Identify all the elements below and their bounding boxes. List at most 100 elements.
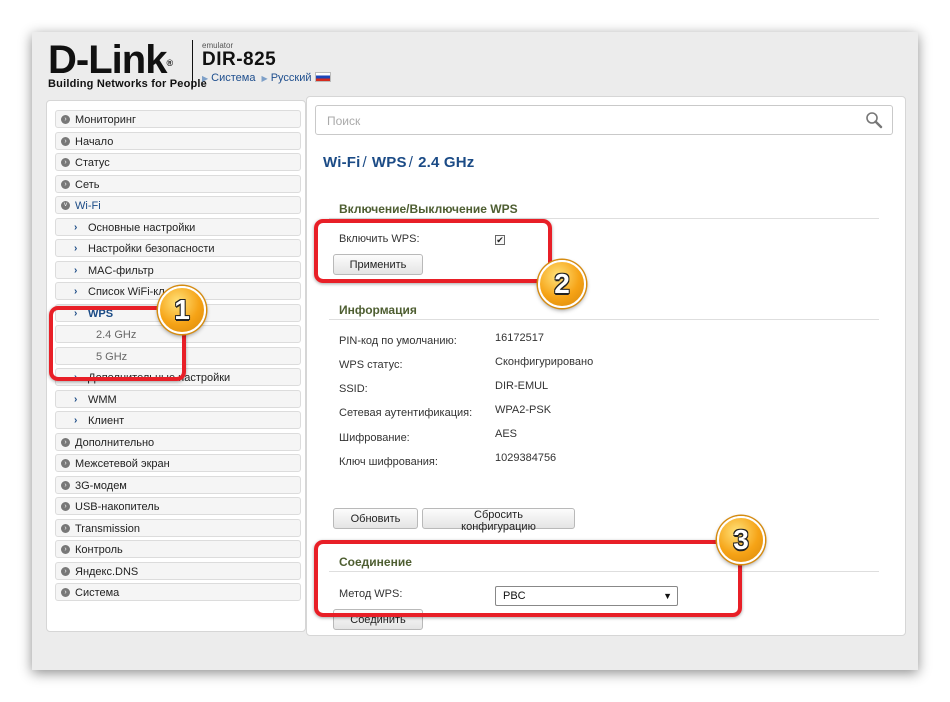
chevron-right-icon: ›	[61, 179, 70, 189]
sidebar-item-transmission[interactable]: › Transmission	[55, 518, 301, 537]
dlink-logo: D-Link® Building Networks for People	[48, 38, 208, 90]
encryption-value: AES	[495, 428, 518, 440]
arrow-right-icon: ›	[74, 221, 78, 233]
sidebar-item-network[interactable]: › Сеть	[55, 174, 301, 193]
breadcrumb: Wi-Fi / WPS/2.4 GHz	[323, 154, 474, 171]
chevron-right-icon: ›	[61, 115, 70, 124]
triangle-right-icon: ▶	[261, 74, 268, 83]
reset-config-button[interactable]: Сбросить конфигурацию	[422, 508, 575, 533]
sidebar-item-yandex-dns[interactable]: › Яндекс.DNS	[55, 561, 301, 580]
step-badge-1: 1	[158, 286, 206, 334]
sidebar-item-status[interactable]: › Статус	[55, 153, 301, 171]
sidebar-item-label: MAC-фильтр	[88, 264, 154, 277]
breadcrumb-separator: /	[408, 154, 414, 171]
sidebar-item-control[interactable]: › Контроль	[55, 540, 301, 558]
sidebar-item-3g-modem[interactable]: › 3G-модем	[55, 475, 301, 494]
sidebar-item-label: Мониторинг	[75, 114, 137, 126]
info-heading: Информация	[339, 303, 417, 317]
header-divider	[192, 40, 193, 88]
sidebar-item-label: Межсетевой экран	[75, 458, 170, 470]
sidebar-item-system[interactable]: › Система	[55, 583, 301, 601]
sidebar-item-label: Яндекс.DNS	[75, 565, 139, 578]
chevron-right-icon: ›	[61, 136, 70, 146]
auth-label: Сетевая аутентификация:	[339, 407, 473, 419]
wps-status-label: WPS статус:	[339, 359, 403, 371]
search-box	[315, 105, 893, 136]
arrow-right-icon: ›	[74, 264, 78, 276]
step-badge-3: 3	[717, 516, 765, 564]
arrow-right-icon: ›	[74, 393, 78, 405]
sidebar-item-advanced[interactable]: › Дополнительно	[55, 432, 301, 451]
search-input[interactable]	[316, 106, 849, 136]
chevron-down-icon: ˅	[61, 201, 70, 210]
sidebar-item-monitoring[interactable]: › Мониторинг	[55, 110, 301, 128]
system-link[interactable]: Система	[211, 72, 255, 84]
search-icon[interactable]	[865, 111, 883, 129]
chevron-right-icon: ›	[61, 545, 70, 554]
language-link[interactable]: Русский	[271, 72, 312, 84]
sidebar-item-label: 3G-модем	[75, 479, 127, 492]
chevron-right-icon: ›	[61, 158, 70, 167]
brand-name: D-Link	[48, 38, 167, 82]
sidebar-item-label: Контроль	[75, 544, 123, 556]
auth-value: WPA2-PSK	[495, 404, 552, 416]
sidebar-item-wmm[interactable]: › WMM	[55, 389, 301, 408]
refresh-button[interactable]: Обновить	[333, 508, 418, 529]
chevron-right-icon: ›	[61, 588, 70, 597]
sidebar-item-label: Система	[75, 587, 120, 599]
sidebar-item-label: Wi-Fi	[75, 200, 101, 212]
sidebar-item-usb-storage[interactable]: › USB-накопитель	[55, 497, 301, 515]
chevron-right-icon: ›	[61, 437, 70, 447]
brand-tagline: Building Networks for People	[48, 78, 208, 90]
highlight-box-enable-wps	[314, 219, 552, 283]
sidebar-item-firewall[interactable]: › Межсетевой экран	[55, 454, 301, 472]
sidebar-item-label: Основные настройки	[88, 221, 196, 234]
header-links: ▶ Система ▶ Русский	[202, 72, 331, 84]
sidebar-item-label: Начало	[75, 135, 114, 148]
encryption-label: Шифрование:	[339, 432, 410, 444]
russian-flag-icon[interactable]	[314, 72, 331, 82]
sidebar-item-client[interactable]: › Клиент	[55, 411, 301, 429]
highlight-box-connection	[314, 540, 742, 617]
chevron-right-icon: ›	[61, 566, 70, 576]
sidebar-item-label: Статус	[75, 157, 110, 169]
chevron-right-icon: ›	[61, 480, 70, 490]
key-label: Ключ шифрования:	[339, 456, 438, 468]
model-name: DIR-825	[202, 49, 277, 70]
sidebar-item-label: Transmission	[75, 522, 140, 535]
breadcrumb-wps[interactable]: WPS	[372, 154, 407, 171]
wps-status-value: Сконфигурировано	[495, 356, 594, 368]
arrow-right-icon: ›	[74, 415, 78, 426]
arrow-right-icon: ›	[74, 286, 78, 297]
ssid-value: DIR-EMUL	[495, 380, 549, 392]
section-divider	[329, 319, 879, 320]
sidebar-item-label: WMM	[88, 393, 117, 406]
chevron-right-icon: ›	[61, 459, 70, 468]
sidebar-item-label: USB-накопитель	[75, 501, 160, 513]
breadcrumb-separator: /	[362, 154, 367, 171]
device-info: emulator DIR-825 ▶ Система ▶ Русский	[202, 41, 331, 84]
sidebar-item-wifi-security[interactable]: › Настройки безопасности	[55, 239, 301, 257]
router-admin-window: D-Link® Building Networks for People emu…	[32, 32, 918, 670]
chevron-right-icon: ›	[61, 523, 70, 533]
sidebar-item-label: Настройки безопасности	[88, 243, 215, 255]
arrow-right-icon: ›	[74, 243, 78, 254]
sidebar-item-label: Клиент	[88, 415, 125, 427]
key-value: 1029384756	[495, 452, 557, 464]
chevron-right-icon: ›	[61, 502, 70, 511]
sidebar-item-label: Сеть	[75, 178, 100, 191]
sidebar-item-wifi[interactable]: ˅ Wi-Fi	[55, 196, 301, 214]
pin-value: 16172517	[495, 332, 544, 344]
pin-label: PIN-код по умолчанию:	[339, 335, 457, 347]
sidebar-item-mac-filter[interactable]: › MAC-фильтр	[55, 260, 301, 279]
breadcrumb-wifi[interactable]: Wi-Fi	[323, 154, 361, 171]
triangle-right-icon: ▶	[202, 74, 209, 83]
breadcrumb-24ghz: 2.4 GHz	[418, 154, 475, 171]
sidebar-item-label: Дополнительно	[75, 436, 155, 449]
wps-toggle-heading: Включение/Выключение WPS	[339, 202, 518, 216]
sidebar-item-label: Список WiFi-кл	[88, 286, 165, 298]
registered-mark: ®	[166, 58, 173, 68]
ssid-label: SSID:	[339, 383, 368, 395]
sidebar-item-start[interactable]: › Начало	[55, 131, 301, 150]
sidebar-item-wifi-basic[interactable]: › Основные настройки	[55, 217, 301, 236]
